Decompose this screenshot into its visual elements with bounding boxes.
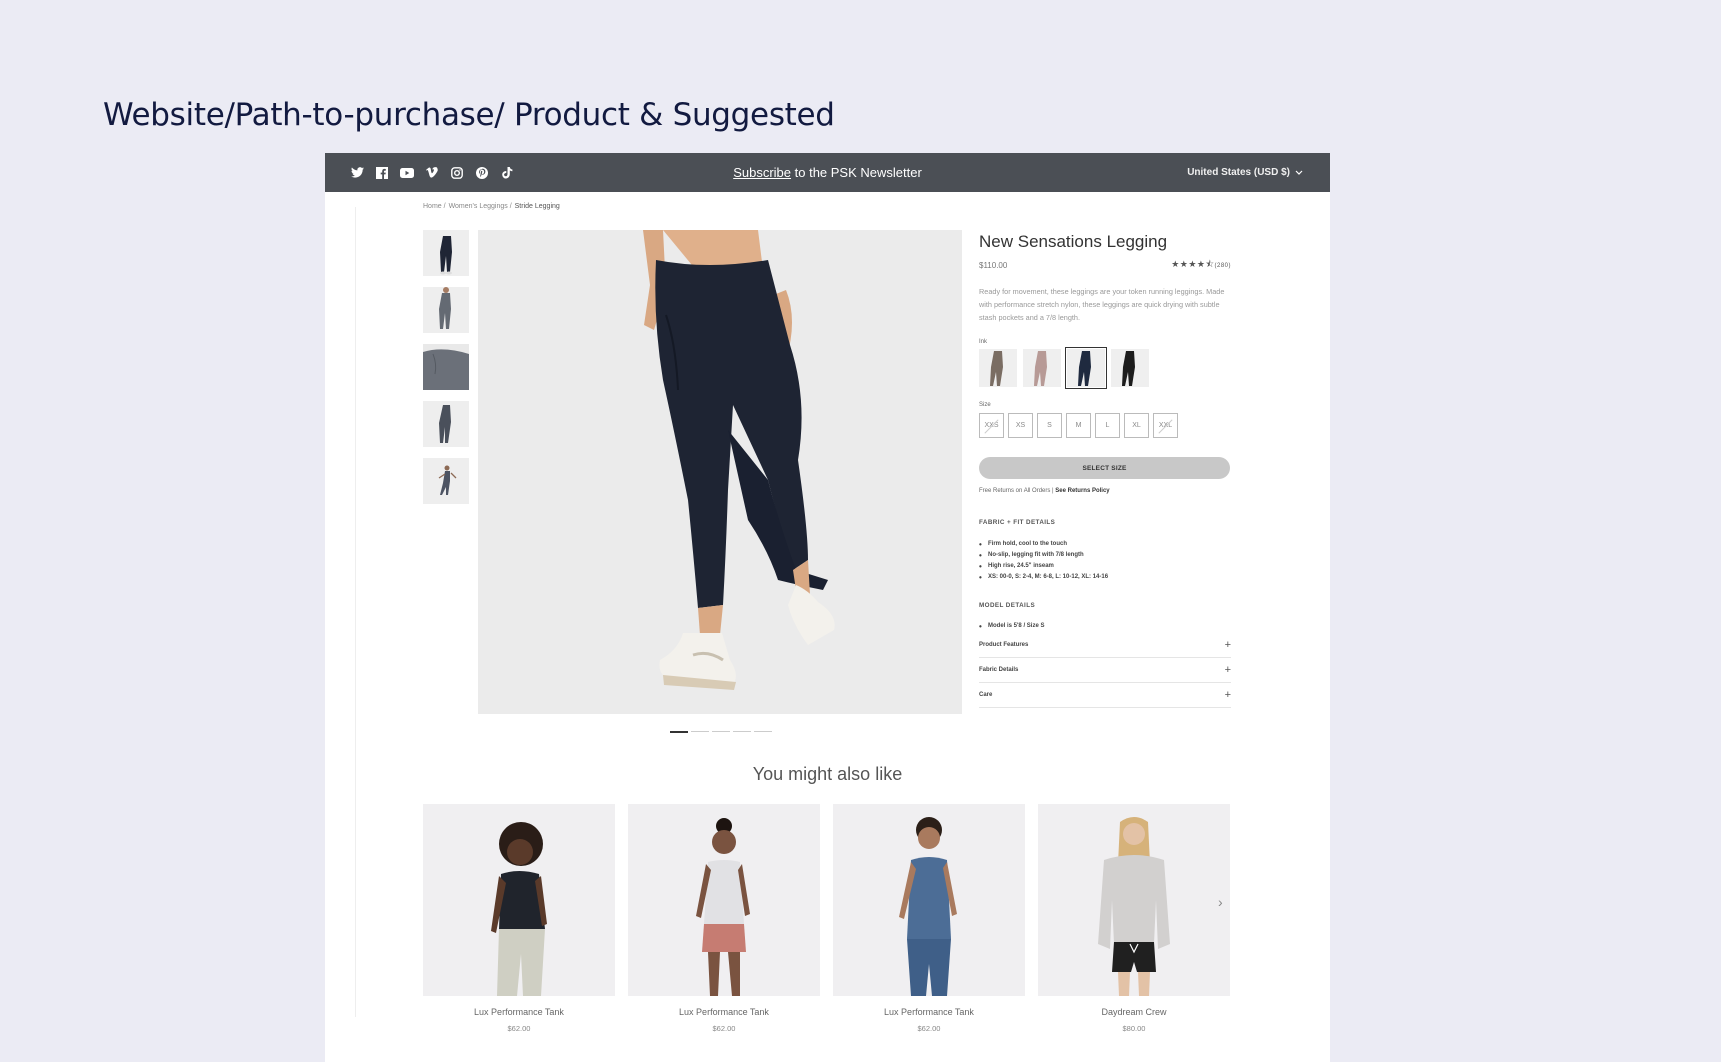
subscribe-link[interactable]: Subscribe <box>733 165 791 180</box>
product-card-price: $62.00 <box>917 1024 941 1033</box>
list-item: Firm hold, cool to the touch <box>979 539 1231 550</box>
tiktok-icon[interactable] <box>500 166 514 180</box>
currency-selector[interactable]: United States (USD $) <box>1187 167 1303 178</box>
model-details-title: MODEL DETAILS <box>979 602 1036 609</box>
carousel-dot-4[interactable] <box>733 731 751 732</box>
breadcrumb: Home / Women's Leggings / Stride Legging <box>423 203 560 210</box>
product-card-image[interactable] <box>833 804 1025 996</box>
divider <box>355 207 356 1017</box>
carousel-dot-3[interactable] <box>712 731 730 732</box>
website-screenshot: Subscribe to the PSK Newsletter United S… <box>325 153 1330 1062</box>
breadcrumb-home[interactable]: Home / <box>423 203 446 210</box>
product-card-image[interactable] <box>1038 804 1230 996</box>
list-item: No-slip, legging fit with 7/8 length <box>979 550 1231 561</box>
product-card[interactable]: Lux Performance Tank $62.00 <box>423 804 615 1033</box>
carousel-dots <box>670 731 772 733</box>
breadcrumb-current: Stride Legging <box>514 203 560 210</box>
breadcrumb-category[interactable]: Women's Leggings / <box>449 203 512 210</box>
newsletter-text: to the PSK Newsletter <box>791 165 922 180</box>
accordion-label: Fabric Details <box>979 667 1019 673</box>
carousel-dot-5[interactable] <box>754 731 772 732</box>
product-card[interactable]: Lux Performance Tank $62.00 <box>833 804 1025 1033</box>
instagram-icon[interactable] <box>450 166 464 180</box>
thumbnail-2[interactable] <box>423 287 469 333</box>
vimeo-icon[interactable] <box>425 166 439 180</box>
product-card-name: Lux Performance Tank <box>679 1007 769 1017</box>
product-card-price: $62.00 <box>712 1024 736 1033</box>
product-card-image[interactable] <box>628 804 820 996</box>
fabric-fit-title: FABRIC + FIT DETAILS <box>979 519 1056 526</box>
list-item: High rise, 24.5" inseam <box>979 561 1231 572</box>
returns-policy-link[interactable]: See Returns Policy <box>1055 488 1109 494</box>
select-size-button[interactable]: SELECT SIZE <box>979 457 1230 479</box>
product-card-name: Lux Performance Tank <box>474 1007 564 1017</box>
returns-info: Free Returns on All Orders | See Returns… <box>979 488 1231 494</box>
accordion-list: Product Features + Fabric Details + Care… <box>979 633 1231 708</box>
returns-text: Free Returns on All Orders | <box>979 488 1056 494</box>
slide-title: Website/Path-to-purchase/ Product & Sugg… <box>103 97 835 133</box>
plus-icon: + <box>1224 639 1231 651</box>
size-xxl[interactable]: XXL <box>1153 413 1178 438</box>
thumbnail-3[interactable] <box>423 344 469 390</box>
accordion-product-features[interactable]: Product Features + <box>979 633 1231 658</box>
main-product-image[interactable] <box>478 230 962 714</box>
color-swatch-1[interactable] <box>979 349 1017 387</box>
accordion-care[interactable]: Care + <box>979 683 1231 708</box>
product-card-price: $62.00 <box>507 1024 531 1033</box>
youtube-icon[interactable] <box>400 166 414 180</box>
color-label: Ink <box>979 339 988 345</box>
color-swatches <box>979 347 1231 389</box>
product-title: New Sensations Legging <box>979 232 1168 251</box>
thumbnail-5[interactable] <box>423 458 469 504</box>
carousel-dot-2[interactable] <box>691 731 709 732</box>
product-card-name: Daydream Crew <box>1101 1007 1167 1017</box>
color-swatch-4[interactable] <box>1111 349 1149 387</box>
product-card[interactable]: Lux Performance Tank $62.00 <box>628 804 820 1033</box>
recommendations-title: You might also like <box>752 764 903 784</box>
color-swatch-3-selected[interactable] <box>1065 347 1107 389</box>
review-count: (280) <box>1214 263 1231 269</box>
thumbnail-4[interactable] <box>423 401 469 447</box>
rating[interactable]: ★★★★⯪(280) <box>1171 257 1231 273</box>
size-options: XXS XS S M L XL XXL <box>979 413 1231 438</box>
product-card[interactable]: Daydream Crew $80.00 <box>1038 804 1230 1033</box>
carousel-dot-1[interactable] <box>670 731 688 733</box>
chevron-right-icon[interactable]: › <box>1218 894 1223 910</box>
color-swatch-2[interactable] <box>1023 349 1061 387</box>
accordion-fabric-details[interactable]: Fabric Details + <box>979 658 1231 683</box>
size-l[interactable]: L <box>1095 413 1120 438</box>
product-details: New Sensations Legging $110.00 ★★★★⯪(280… <box>979 230 1231 708</box>
size-m[interactable]: M <box>1066 413 1091 438</box>
product-description: Ready for movement, these leggings are y… <box>979 287 1225 322</box>
size-label: Size <box>979 402 991 408</box>
twitter-icon[interactable] <box>350 166 364 180</box>
product-card-image[interactable] <box>423 804 615 996</box>
price-rating-row: $110.00 ★★★★⯪(280) <box>979 257 1231 273</box>
product-card-price: $80.00 <box>1122 1024 1146 1033</box>
currency-label: United States (USD $) <box>1187 167 1290 178</box>
list-item: Model is 5'8 / Size S <box>979 621 1231 632</box>
recommendations-carousel: Lux Performance Tank $62.00 Lux Performa… <box>423 804 1230 1033</box>
star-rating-icon: ★★★★⯪ <box>1171 259 1215 269</box>
size-s[interactable]: S <box>1037 413 1062 438</box>
product-price: $110.00 <box>979 260 1008 270</box>
fabric-fit-list: Firm hold, cool to the touch No-slip, le… <box>979 539 1231 583</box>
plus-icon: + <box>1224 689 1231 701</box>
accordion-label: Product Features <box>979 642 1029 648</box>
thumbnail-1[interactable] <box>423 230 469 276</box>
size-xl[interactable]: XL <box>1124 413 1149 438</box>
social-links <box>350 166 514 180</box>
size-xs[interactable]: XS <box>1008 413 1033 438</box>
model-details-list: Model is 5'8 / Size S <box>979 621 1231 632</box>
facebook-icon[interactable] <box>375 166 389 180</box>
announcement-bar: Subscribe to the PSK Newsletter United S… <box>325 153 1330 192</box>
size-xxs[interactable]: XXS <box>979 413 1004 438</box>
list-item: XS: 00-0, S: 2-4, M: 6-8, L: 10-12, XL: … <box>979 572 1231 583</box>
accordion-label: Care <box>979 692 993 698</box>
plus-icon: + <box>1224 664 1231 676</box>
thumbnail-gallery <box>423 230 469 504</box>
chevron-down-icon <box>1295 170 1303 175</box>
pinterest-icon[interactable] <box>475 166 489 180</box>
product-card-name: Lux Performance Tank <box>884 1007 974 1017</box>
